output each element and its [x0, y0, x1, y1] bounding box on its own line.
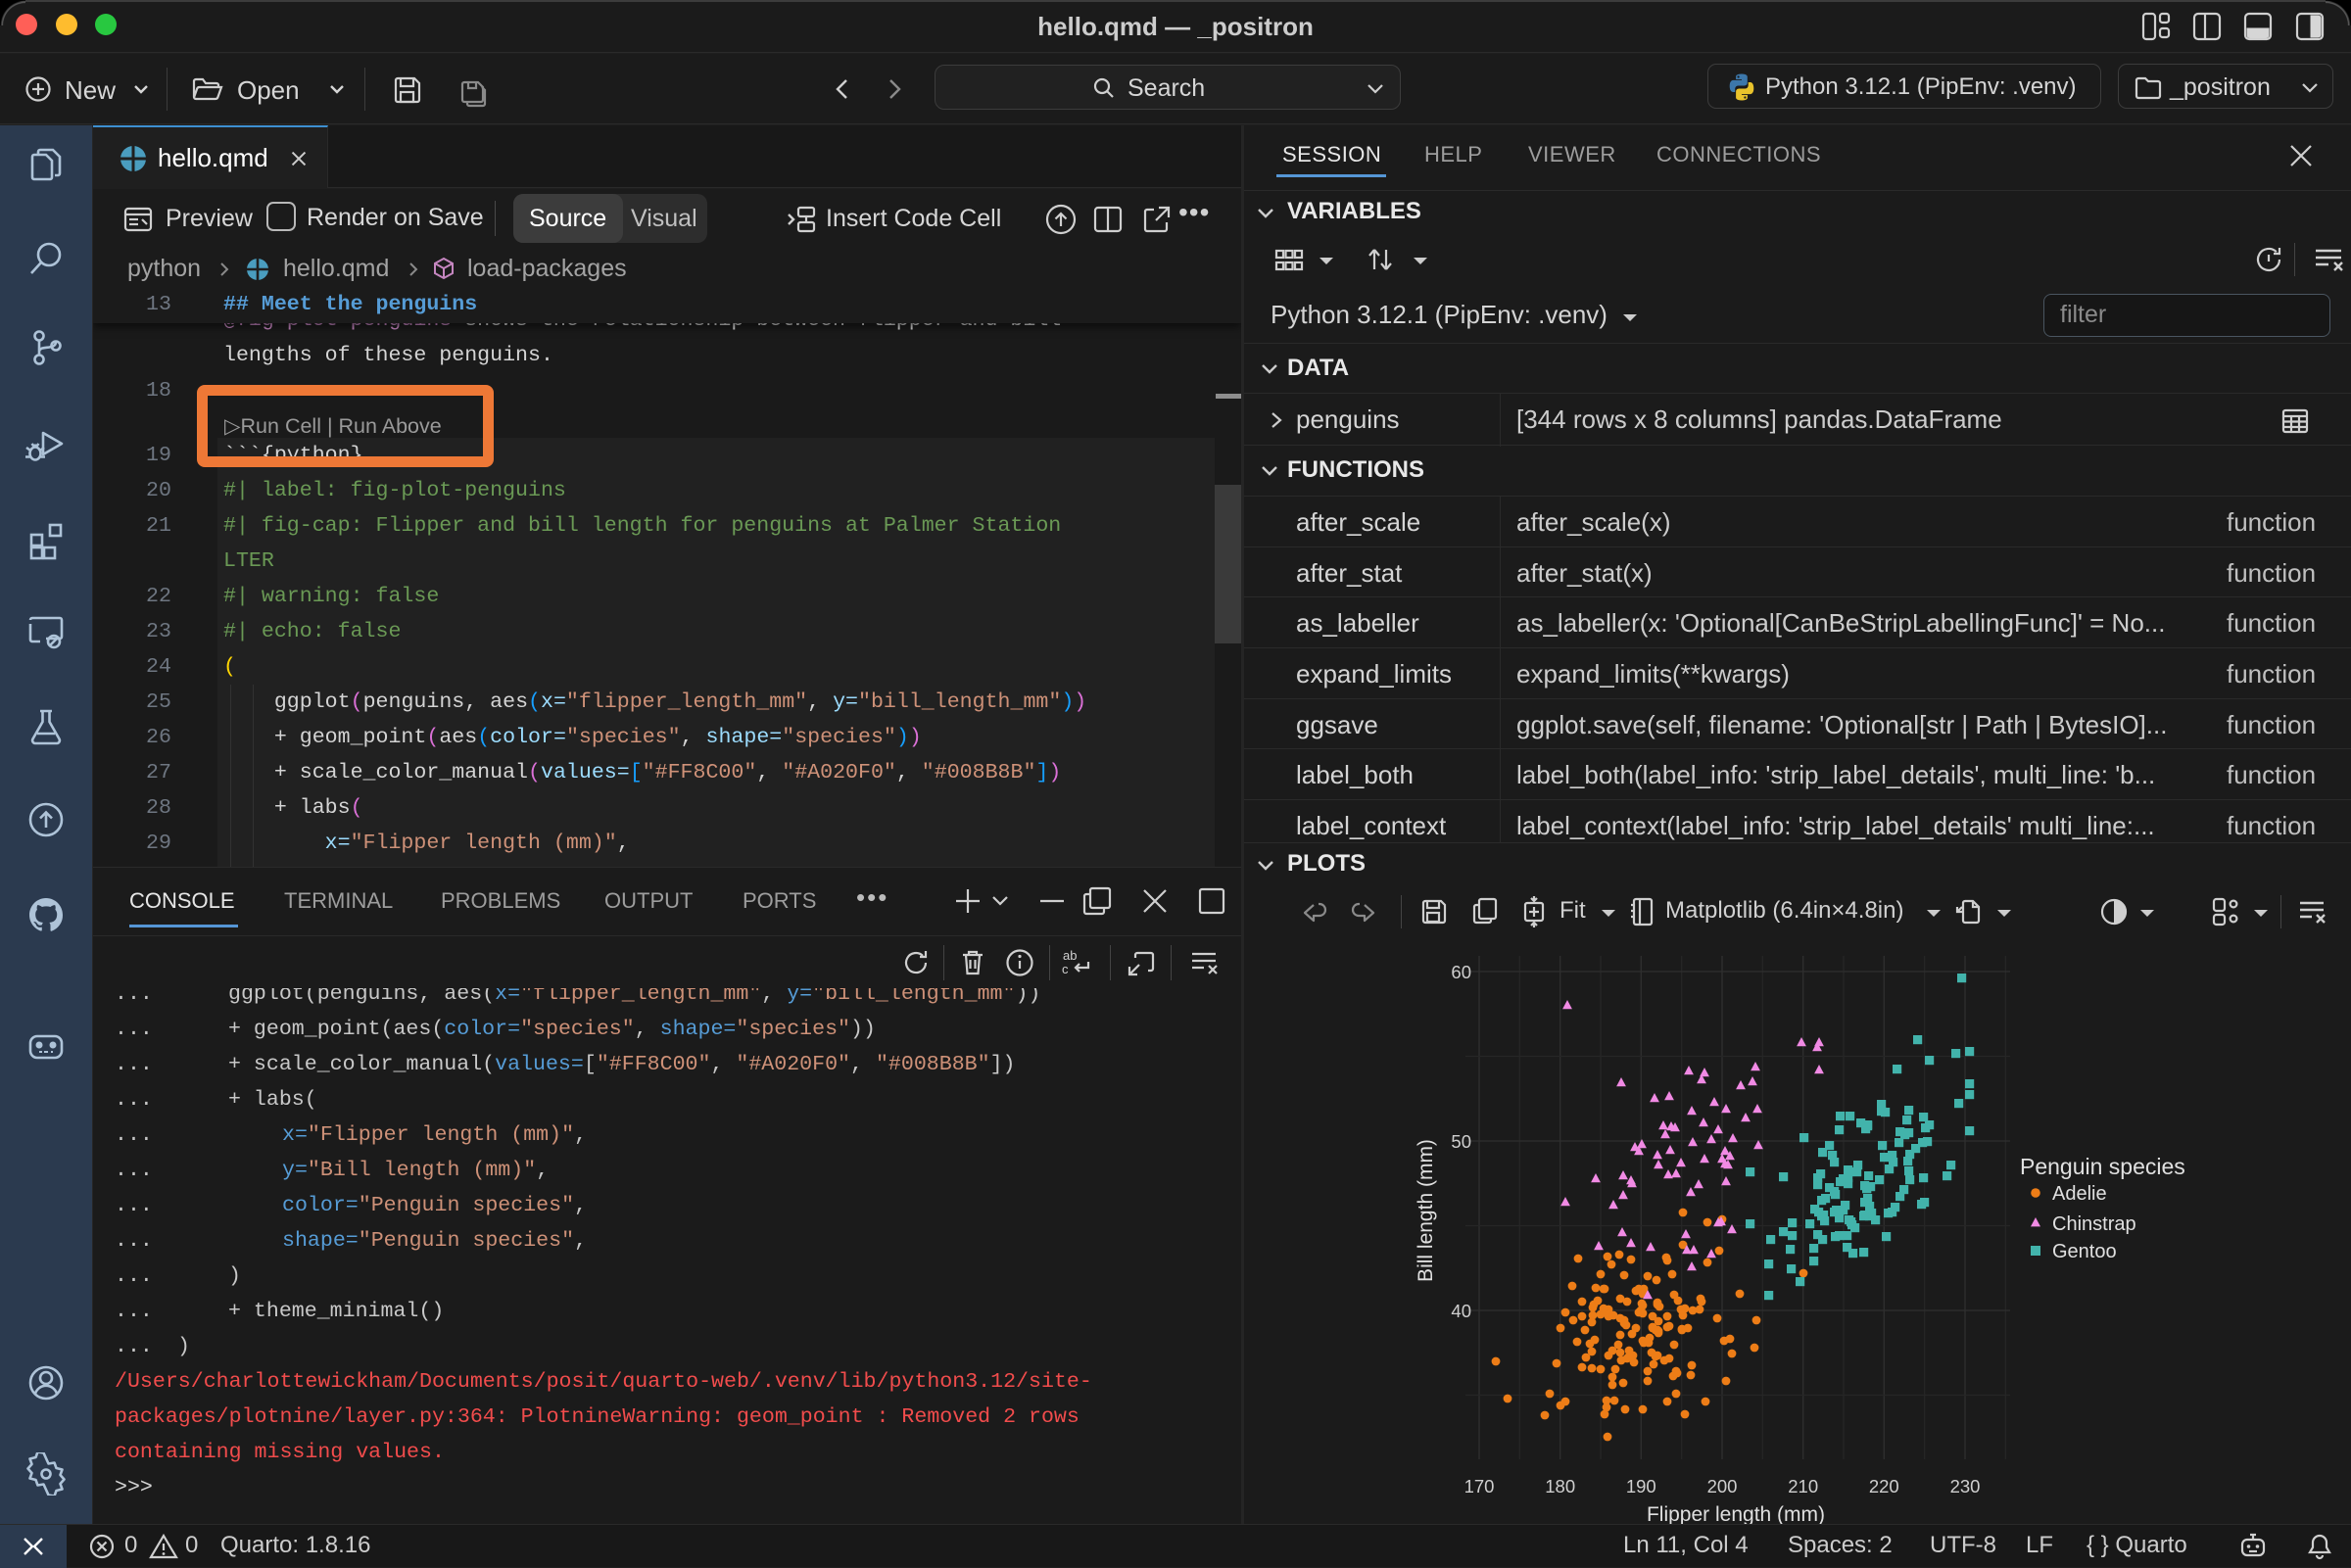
svg-text:230: 230	[1950, 1476, 1981, 1497]
svg-text:Adelie: Adelie	[2052, 1183, 2107, 1205]
svg-text:220: 220	[1869, 1476, 1899, 1497]
svg-text:210: 210	[1788, 1476, 1818, 1497]
svg-text:ab: ab	[1063, 948, 1077, 963]
svg-text:180: 180	[1545, 1476, 1575, 1497]
svg-text:40: 40	[1451, 1301, 1471, 1321]
svg-text:Gentoo: Gentoo	[2052, 1241, 2117, 1262]
svg-text:190: 190	[1626, 1476, 1656, 1497]
svg-text:Penguin species: Penguin species	[2020, 1154, 2185, 1179]
svg-text:60: 60	[1451, 962, 1471, 982]
svg-text:200: 200	[1707, 1476, 1738, 1497]
svg-text:170: 170	[1464, 1476, 1495, 1497]
svg-text:Flipper length (mm): Flipper length (mm)	[1647, 1503, 1825, 1524]
svg-text:c: c	[1062, 962, 1069, 976]
svg-text:50: 50	[1451, 1131, 1471, 1152]
svg-text:Bill length (mm): Bill length (mm)	[1415, 1139, 1437, 1282]
svg-text:Chinstrap: Chinstrap	[2052, 1213, 2136, 1235]
